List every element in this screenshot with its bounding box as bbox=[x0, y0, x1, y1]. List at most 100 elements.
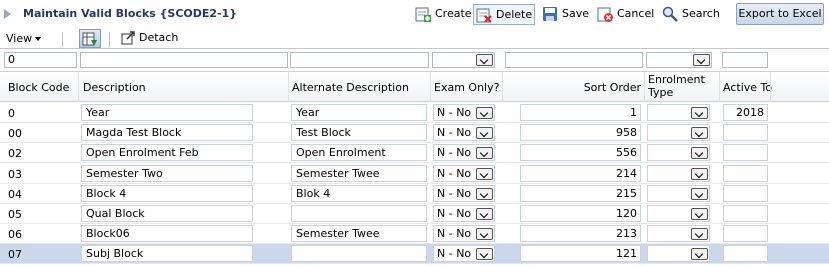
chevron-down-icon[interactable] bbox=[476, 228, 493, 241]
alternate-description-input[interactable]: Blok 4 bbox=[291, 184, 427, 202]
active-to-input[interactable] bbox=[723, 124, 768, 142]
alternate-description-input[interactable]: Semester Twee bbox=[291, 164, 427, 182]
column-header-active-to[interactable]: Active To bbox=[723, 81, 772, 94]
chevron-down-icon[interactable] bbox=[691, 187, 708, 200]
chevron-down-icon[interactable] bbox=[476, 107, 493, 119]
exam-only-select[interactable]: N - No bbox=[433, 104, 495, 121]
sort-order-input[interactable]: 215 bbox=[520, 184, 641, 202]
chevron-down-icon[interactable] bbox=[476, 167, 493, 180]
description-input[interactable]: Semester Two bbox=[81, 164, 253, 182]
create-button[interactable]: Create bbox=[413, 4, 474, 25]
export-to-excel-button[interactable]: Export to Excel bbox=[736, 3, 824, 25]
chevron-down-icon[interactable] bbox=[476, 127, 493, 140]
exam-only-select[interactable]: N - No bbox=[433, 184, 495, 202]
sort-order-input[interactable]: 556 bbox=[520, 144, 641, 162]
active-to-input[interactable] bbox=[723, 144, 768, 162]
sort-order-input[interactable]: 958 bbox=[520, 124, 641, 142]
table-row[interactable]: 04 Block 4 Blok 4 N - No 215 bbox=[0, 184, 829, 204]
exam-only-select[interactable]: N - No bbox=[433, 245, 495, 263]
alternate-description-input[interactable] bbox=[291, 205, 427, 222]
enrolment-type-select[interactable] bbox=[647, 205, 710, 222]
description-input[interactable]: Year bbox=[81, 104, 253, 121]
alternate-description-input[interactable]: Year bbox=[291, 104, 427, 121]
chevron-down-icon[interactable] bbox=[476, 187, 493, 200]
chevron-down-icon[interactable] bbox=[691, 167, 708, 180]
search-button[interactable]: Search bbox=[660, 4, 722, 25]
active-to-input[interactable] bbox=[723, 205, 768, 222]
column-header-alternate-description[interactable]: Alternate Description bbox=[292, 81, 409, 94]
sort-order-input[interactable]: 120 bbox=[520, 205, 641, 222]
active-to-input[interactable] bbox=[723, 245, 768, 263]
table-row[interactable]: 03 Semester Two Semester Twee N - No 214 bbox=[0, 164, 829, 184]
active-to-input[interactable] bbox=[723, 184, 768, 202]
description-input[interactable]: Subj Block bbox=[81, 245, 253, 263]
chevron-down-icon[interactable] bbox=[476, 208, 493, 220]
sort-order-input[interactable]: 213 bbox=[520, 225, 641, 243]
exam-only-select[interactable]: N - No bbox=[433, 124, 495, 142]
filter-alternate-description[interactable] bbox=[290, 52, 429, 68]
enrolment-type-select[interactable] bbox=[647, 225, 710, 243]
exam-only-select[interactable]: N - No bbox=[433, 144, 495, 162]
chevron-down-icon[interactable] bbox=[476, 147, 493, 160]
exam-only-select[interactable]: N - No bbox=[433, 225, 495, 243]
alternate-description-input[interactable]: Semester Twee bbox=[291, 225, 427, 243]
delete-button[interactable]: Delete bbox=[473, 4, 536, 25]
save-button[interactable]: Save bbox=[540, 4, 591, 25]
chevron-down-icon[interactable] bbox=[691, 208, 708, 220]
table-row[interactable]: 07 Subj Block N - No 121 bbox=[0, 244, 829, 265]
chevron-down-icon[interactable] bbox=[691, 248, 708, 261]
table-row[interactable]: 06 Block06 Semester Twee N - No 213 bbox=[0, 224, 829, 245]
description-input[interactable]: Block06 bbox=[81, 225, 253, 243]
table-row[interactable]: 02 Open Enrolment Feb Open Enrolment N - No… bbox=[0, 143, 829, 164]
column-header-enrolment-type[interactable]: Enrolment Type bbox=[648, 73, 712, 99]
filter-sort-order[interactable] bbox=[505, 52, 643, 68]
description-input[interactable]: Magda Test Block bbox=[81, 124, 253, 142]
table-row[interactable]: 00 Magda Test Block Test Block N - No 958 bbox=[0, 123, 829, 144]
exam-only-select[interactable]: N - No bbox=[433, 205, 495, 222]
detach-button[interactable]: Detach bbox=[121, 31, 178, 45]
chevron-down-icon[interactable] bbox=[691, 228, 708, 241]
filter-description[interactable] bbox=[80, 52, 288, 68]
active-to-input[interactable] bbox=[723, 225, 768, 243]
active-to-input[interactable]: 2018 bbox=[723, 104, 768, 121]
filter-exam-only[interactable] bbox=[432, 52, 495, 68]
active-to-input[interactable] bbox=[723, 164, 768, 182]
enrolment-type-select[interactable] bbox=[647, 164, 710, 182]
filter-block-code[interactable]: 0 bbox=[4, 52, 77, 68]
sort-order-input[interactable]: 1 bbox=[520, 104, 641, 121]
enrolment-type-select[interactable] bbox=[647, 124, 710, 142]
sort-order-input[interactable]: 121 bbox=[520, 245, 641, 263]
column-header-block-code[interactable]: Block Code bbox=[8, 81, 69, 94]
collapse-triangle-icon[interactable] bbox=[4, 9, 11, 19]
description-input[interactable]: Open Enrolment Feb bbox=[81, 144, 253, 162]
cancel-button[interactable]: Cancel bbox=[595, 4, 656, 25]
chevron-down-icon[interactable] bbox=[476, 54, 493, 66]
description-input[interactable]: Block 4 bbox=[81, 184, 253, 202]
enrolment-type-select[interactable] bbox=[647, 184, 710, 202]
column-header-description[interactable]: Description bbox=[83, 81, 146, 94]
enrolment-type-select[interactable] bbox=[647, 104, 710, 121]
filter-enrolment-type[interactable] bbox=[646, 52, 712, 68]
toolbar-divider bbox=[62, 32, 63, 47]
view-menu[interactable]: View bbox=[6, 32, 42, 45]
table-row[interactable]: 05 Qual Block N - No 120 bbox=[0, 204, 829, 224]
block-code-cell: 06 bbox=[8, 228, 22, 242]
alternate-description-input[interactable]: Test Block bbox=[291, 124, 427, 142]
exam-only-select[interactable]: N - No bbox=[433, 164, 495, 182]
alternate-description-input[interactable]: Open Enrolment bbox=[291, 144, 427, 162]
alternate-description-input[interactable] bbox=[291, 245, 427, 263]
freeze-columns-button[interactable] bbox=[79, 29, 101, 48]
chevron-down-icon[interactable] bbox=[693, 54, 710, 66]
filter-active-to[interactable] bbox=[722, 52, 768, 68]
sort-order-input[interactable]: 214 bbox=[520, 164, 641, 182]
chevron-down-icon[interactable] bbox=[691, 107, 708, 119]
column-header-exam-only[interactable]: Exam Only? bbox=[434, 81, 499, 94]
chevron-down-icon[interactable] bbox=[476, 248, 493, 261]
chevron-down-icon[interactable] bbox=[691, 127, 708, 140]
table-row[interactable]: 0 Year Year N - No 1 2018 bbox=[0, 103, 829, 123]
column-header-sort-order[interactable]: Sort Order bbox=[505, 81, 641, 94]
enrolment-type-select[interactable] bbox=[647, 245, 710, 263]
enrolment-type-select[interactable] bbox=[647, 144, 710, 162]
chevron-down-icon[interactable] bbox=[691, 147, 708, 160]
description-input[interactable]: Qual Block bbox=[81, 205, 253, 222]
